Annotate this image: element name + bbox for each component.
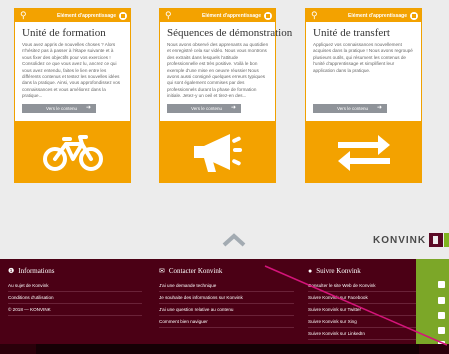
- info-icon: ❶: [8, 266, 15, 275]
- footer-link[interactable]: Consulter le site Web de Konvink: [308, 280, 416, 292]
- to-content-button[interactable]: Vers le contenu ➜: [22, 104, 96, 113]
- card-tag: Elément d'apprentissage: [57, 12, 116, 19]
- footer-link[interactable]: J'ai une question relative au contenu: [159, 304, 294, 316]
- bottom-bar-inner: [36, 344, 419, 354]
- button-label: Vers le contenu: [45, 106, 78, 111]
- logo-accent: [444, 233, 449, 247]
- footer-link[interactable]: Au sujet de Konvink: [8, 280, 142, 292]
- footer-link[interactable]: Suivre Konvink sur Facebook: [308, 292, 416, 304]
- footer-link[interactable]: Conditions d'utilisation: [8, 292, 142, 304]
- logo-mark-icon: [429, 233, 443, 247]
- footer-heading: ● Suivre Konvink: [308, 264, 416, 277]
- card-title: Séquences de démonstration: [167, 27, 293, 39]
- card-header-bar: ⚲ Elément d'apprentissage: [306, 9, 421, 22]
- pin-icon: ⚲: [165, 10, 172, 20]
- arrow-right-icon: ➜: [85, 105, 91, 111]
- to-content-button[interactable]: Vers le contenu ➜: [167, 104, 241, 113]
- button-label: Vers le contenu: [190, 106, 223, 111]
- bicycle-icon: [42, 135, 103, 171]
- learning-card-demonstration: ⚲ Elément d'apprentissage Séquences de d…: [159, 8, 293, 183]
- card-header-bar: ⚲ Elément d'apprentissage: [160, 9, 275, 22]
- footer-link[interactable]: Suivre Konvink sur LinkedIn: [308, 328, 416, 340]
- card-title: Unité de transfert: [313, 27, 390, 39]
- to-content-button[interactable]: Vers le contenu ➜: [313, 104, 387, 113]
- card-title: Unité de formation: [22, 27, 106, 39]
- footer-column-informations: ❶ Informations Au sujet de Konvink Condi…: [8, 264, 148, 316]
- module-icon: [119, 11, 127, 20]
- card-description: Appliquez vos connaissances nouvellement…: [313, 42, 413, 73]
- site-footer: ❶ Informations Au sujet de Konvink Condi…: [0, 259, 449, 354]
- heading-label: Informations: [18, 266, 55, 275]
- card-tag: Elément d'apprentissage: [202, 12, 261, 19]
- xing-icon[interactable]: [436, 326, 446, 336]
- footer-link: © 2018 — KONVINK: [8, 304, 142, 316]
- globe-icon: ●: [308, 266, 313, 275]
- website-icon[interactable]: [436, 280, 446, 290]
- footer-column-follow: ● Suivre Konvink Consulter le site Web d…: [308, 264, 416, 340]
- card-tag: Elément d'apprentissage: [348, 12, 407, 19]
- footer-heading: ❶ Informations: [8, 264, 148, 277]
- footer-heading: ✉ Contacter Konvink: [159, 264, 294, 277]
- footer-column-contact: ✉ Contacter Konvink J'ai une demande tec…: [159, 264, 294, 328]
- arrow-right-icon: ➜: [230, 105, 236, 111]
- logo-wordmark: KONVINK: [373, 234, 427, 246]
- pin-icon: ⚲: [311, 10, 318, 20]
- twitter-icon[interactable]: [436, 311, 446, 321]
- module-icon: [410, 11, 418, 20]
- module-icon: [264, 11, 272, 20]
- facebook-icon[interactable]: [436, 296, 446, 306]
- pin-icon: ⚲: [20, 10, 27, 20]
- footer-link[interactable]: Suivre Konvink sur Xing: [308, 316, 416, 328]
- card-description: Nous avons observé des apprenants au quo…: [167, 42, 269, 99]
- learning-card-formation: ⚲ Elément d'apprentissage Unité de forma…: [14, 8, 131, 183]
- bottom-bar: [0, 344, 449, 354]
- footer-link[interactable]: Suivre Konvink sur Twitter: [308, 304, 416, 316]
- card-image[interactable]: [14, 121, 131, 183]
- card-image[interactable]: [159, 121, 276, 183]
- button-label: Vers le contenu: [336, 106, 369, 111]
- heading-label: Suivre Konvink: [316, 266, 361, 275]
- card-header-bar: ⚲ Elément d'apprentissage: [15, 9, 130, 22]
- arrow-right-icon: ➜: [376, 105, 382, 111]
- heading-label: Contacter Konvink: [168, 266, 223, 275]
- footer-link[interactable]: Je souhaite des informations sur Konvink: [159, 292, 294, 304]
- envelope-icon: ✉: [159, 266, 165, 275]
- back-to-top-button[interactable]: [220, 233, 248, 247]
- konvink-logo[interactable]: KONVINK: [373, 233, 449, 247]
- footer-link[interactable]: J'ai une demande technique: [159, 280, 294, 292]
- transfer-arrows-icon: [337, 135, 390, 171]
- megaphone-icon: [193, 134, 242, 172]
- learning-card-transfer: ⚲ Elément d'apprentissage Unité de trans…: [305, 8, 422, 183]
- footer-link[interactable]: Comment bien naviguer: [159, 316, 294, 328]
- card-description: Vous avez appris de nouvelles choses ? A…: [22, 42, 121, 99]
- card-image[interactable]: [305, 121, 422, 183]
- chevron-up-icon: [222, 233, 246, 247]
